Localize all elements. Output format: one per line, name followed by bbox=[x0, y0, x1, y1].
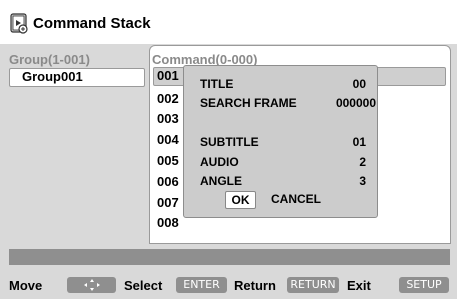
title-value: 00 bbox=[352, 77, 366, 91]
command-stack-icon bbox=[10, 13, 28, 34]
page-title: Command Stack bbox=[33, 15, 151, 32]
audio-value: 2 bbox=[359, 155, 366, 169]
direction-pad-icon bbox=[83, 279, 100, 291]
enter-key: ENTER bbox=[176, 277, 227, 293]
group-item-label: Group001 bbox=[22, 69, 83, 84]
command-number[interactable]: 005 bbox=[157, 153, 179, 168]
command-number[interactable]: 002 bbox=[157, 91, 179, 106]
status-bar bbox=[9, 249, 450, 265]
exit-label: Exit bbox=[347, 278, 371, 293]
cancel-button[interactable]: CANCEL bbox=[271, 192, 321, 206]
select-label: Select bbox=[124, 278, 163, 293]
angle-label: ANGLE bbox=[200, 174, 242, 188]
group-list-item[interactable]: Group001 bbox=[9, 68, 145, 87]
group-header: Group(1-001) bbox=[9, 52, 90, 67]
setup-key: SETUP bbox=[399, 277, 449, 293]
command-number[interactable]: 003 bbox=[157, 111, 179, 126]
search-frame-value: 000000 bbox=[335, 96, 376, 110]
move-label: Move bbox=[9, 278, 43, 293]
command-number[interactable]: 007 bbox=[157, 195, 179, 210]
return-label: Return bbox=[234, 278, 276, 293]
command-number[interactable]: 006 bbox=[157, 174, 179, 189]
subtitle-value: 01 bbox=[352, 135, 366, 149]
ok-button[interactable]: OK bbox=[225, 191, 256, 209]
angle-value: 3 bbox=[359, 174, 366, 188]
command-number[interactable]: 001 bbox=[157, 68, 179, 83]
move-key bbox=[67, 277, 116, 293]
search-frame-label: SEARCH FRAME bbox=[200, 96, 297, 110]
title-bar: Command Stack bbox=[0, 0, 457, 44]
subtitle-label: SUBTITLE bbox=[200, 135, 259, 149]
audio-label: AUDIO bbox=[200, 155, 239, 169]
title-label: TITLE bbox=[200, 77, 234, 91]
command-number[interactable]: 008 bbox=[157, 215, 179, 230]
return-key: RETURN bbox=[287, 277, 339, 293]
command-number[interactable]: 004 bbox=[157, 132, 179, 147]
